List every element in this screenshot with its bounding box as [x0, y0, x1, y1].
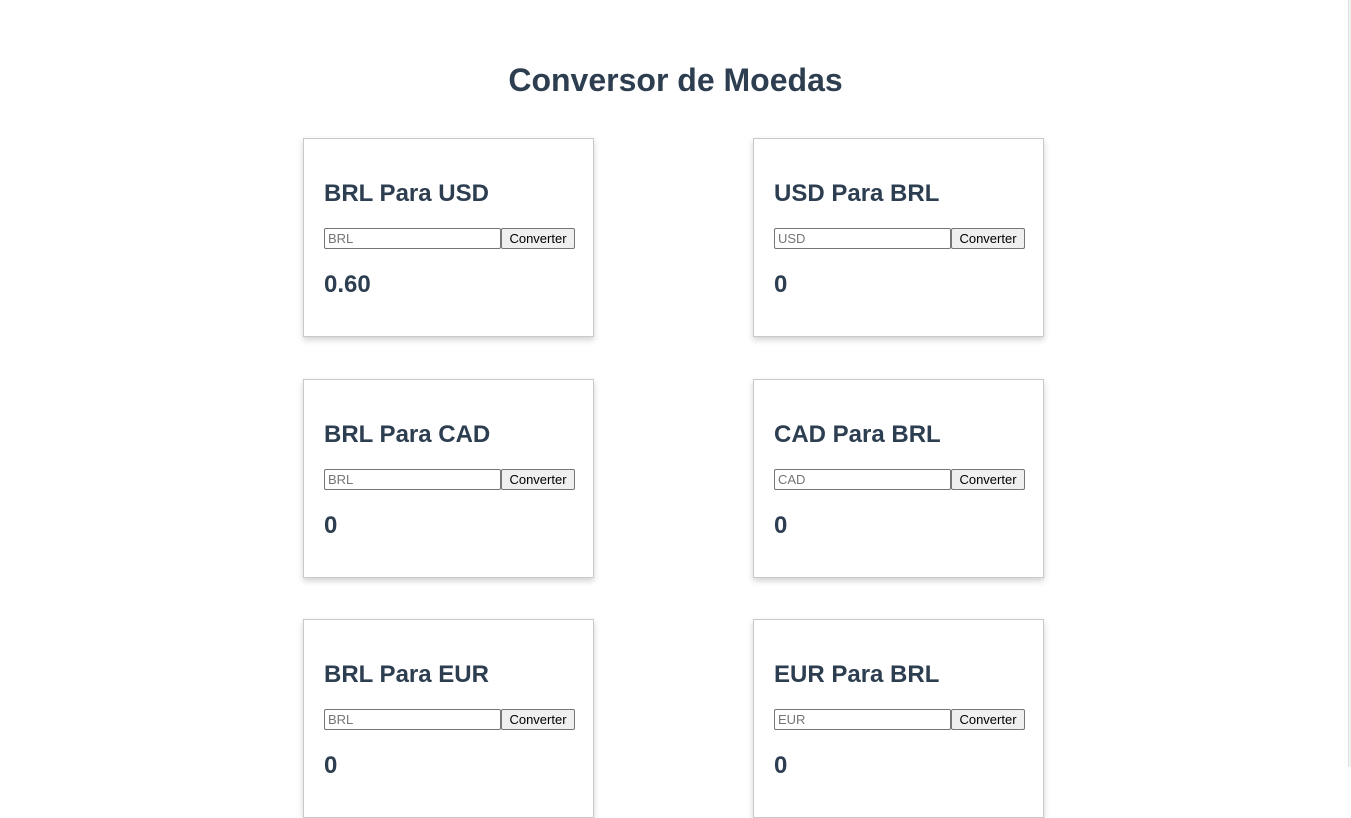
- converter-card-brl-cad: BRL Para CAD Converter 0: [303, 379, 594, 578]
- conversion-result: 0: [324, 512, 338, 539]
- page-title: Conversor de Moedas: [508, 62, 843, 98]
- converter-card-usd-brl: USD Para BRL Converter 0: [753, 138, 1044, 337]
- amount-input[interactable]: [774, 228, 951, 249]
- conversion-result: 0: [774, 752, 788, 779]
- amount-input[interactable]: [774, 469, 951, 490]
- conversion-result: 0: [774, 512, 788, 539]
- card-title: EUR Para BRL: [774, 661, 940, 688]
- converter-card-brl-eur: BRL Para EUR Converter 0: [303, 619, 594, 818]
- convert-button[interactable]: Converter: [951, 709, 1025, 730]
- convert-button[interactable]: Converter: [951, 228, 1025, 249]
- amount-input[interactable]: [324, 469, 501, 490]
- card-title: BRL Para EUR: [324, 661, 489, 688]
- card-title: BRL Para USD: [324, 180, 489, 207]
- card-title: USD Para BRL: [774, 180, 940, 207]
- card-title: BRL Para CAD: [324, 421, 491, 448]
- card-title: CAD Para BRL: [774, 421, 941, 448]
- convert-button[interactable]: Converter: [501, 469, 575, 490]
- converter-card-cad-brl: CAD Para BRL Converter 0: [753, 379, 1044, 578]
- convert-button[interactable]: Converter: [951, 469, 1025, 490]
- converter-card-brl-usd: BRL Para USD Converter 0.60: [303, 138, 594, 337]
- converter-card-eur-brl: EUR Para BRL Converter 0: [753, 619, 1044, 818]
- amount-input[interactable]: [324, 228, 501, 249]
- conversion-result: 0.60: [324, 271, 371, 298]
- convert-button[interactable]: Converter: [501, 228, 575, 249]
- conversion-result: 0: [774, 271, 788, 298]
- amount-input[interactable]: [774, 709, 951, 730]
- convert-button[interactable]: Converter: [501, 709, 575, 730]
- amount-input[interactable]: [324, 709, 501, 730]
- conversion-result: 0: [324, 752, 338, 779]
